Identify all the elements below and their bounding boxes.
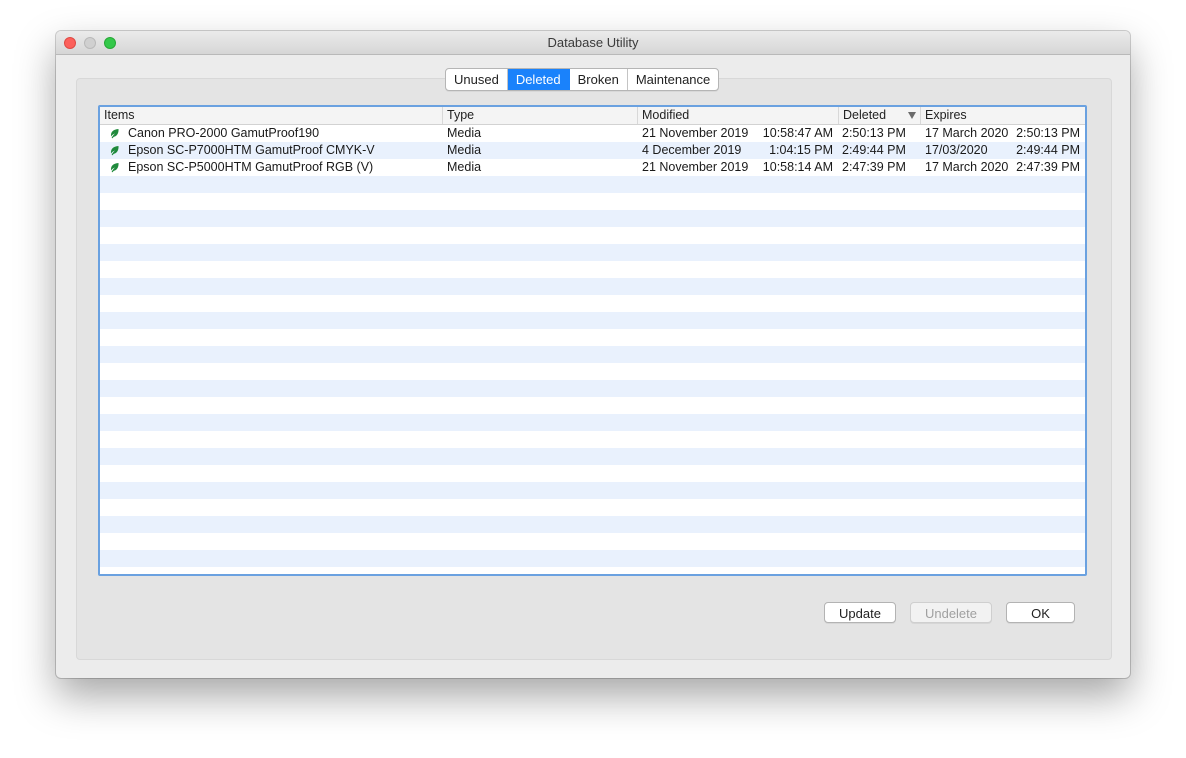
modified-date: 21 November 2019 <box>642 126 749 140</box>
table-body: Canon PRO-2000 GamutProof190 Media 21 No… <box>100 125 1085 574</box>
column-header-label: Expires <box>925 108 967 122</box>
column-header-label: Items <box>104 108 135 122</box>
tab-unused[interactable]: Unused <box>446 69 508 90</box>
column-header-label: Type <box>447 108 475 122</box>
column-header-expires[interactable]: Expires <box>920 107 1085 124</box>
deleted-time: 2:49:44 PM <box>842 143 906 157</box>
item-name: Epson SC-P7000HTM GamutProof CMYK-V <box>128 143 375 157</box>
expires-time: 2:47:39 PM <box>1016 160 1080 174</box>
table-row[interactable]: Epson SC-P5000HTM GamutProof RGB (V) Med… <box>100 159 1085 176</box>
table-row[interactable]: Canon PRO-2000 GamutProof190 Media 21 No… <box>100 125 1085 142</box>
table-header: Items Type Modified Deleted Expires <box>100 107 1085 125</box>
item-name: Epson SC-P5000HTM GamutProof RGB (V) <box>128 160 374 174</box>
sort-descending-icon <box>908 112 916 119</box>
item-type: Media <box>447 143 482 157</box>
item-name: Canon PRO-2000 GamutProof190 <box>128 126 320 140</box>
deleted-items-table[interactable]: Items Type Modified Deleted Expires Cano… <box>98 105 1087 576</box>
item-type: Media <box>447 126 482 140</box>
database-utility-window: Database Utility Unused Deleted Broken M… <box>56 31 1130 678</box>
undelete-button[interactable]: Undelete <box>910 602 992 623</box>
deleted-time: 2:50:13 PM <box>842 126 906 140</box>
expires-date: 17/03/2020 <box>925 143 988 157</box>
expires-time: 2:49:44 PM <box>1016 143 1080 157</box>
column-header-label: Deleted <box>843 108 887 122</box>
leaf-icon <box>110 163 119 173</box>
item-type: Media <box>447 160 482 174</box>
modified-time: 10:58:47 AM <box>762 126 833 140</box>
column-header-items[interactable]: Items <box>100 107 442 124</box>
update-button[interactable]: Update <box>824 602 896 623</box>
tab-maintenance[interactable]: Maintenance <box>628 69 718 90</box>
title-bar[interactable]: Database Utility <box>56 31 1130 55</box>
ok-button[interactable]: OK <box>1006 602 1075 623</box>
modified-date: 4 December 2019 <box>642 143 742 157</box>
column-header-deleted[interactable]: Deleted <box>838 107 920 124</box>
tab-broken[interactable]: Broken <box>570 69 628 90</box>
column-header-type[interactable]: Type <box>442 107 637 124</box>
expires-date: 17 March 2020 <box>925 126 1009 140</box>
expires-time: 2:50:13 PM <box>1016 126 1080 140</box>
leaf-icon <box>110 129 119 139</box>
modified-time: 10:58:14 AM <box>762 160 833 174</box>
column-header-label: Modified <box>642 108 690 122</box>
expires-date: 17 March 2020 <box>925 160 1009 174</box>
window-title: Database Utility <box>547 35 639 50</box>
column-header-modified[interactable]: Modified <box>637 107 838 124</box>
table-row[interactable]: Epson SC-P7000HTM GamutProof CMYK-V Medi… <box>100 142 1085 159</box>
tab-deleted[interactable]: Deleted <box>507 69 570 90</box>
modified-time: 1:04:15 PM <box>769 143 833 157</box>
leaf-icon <box>110 146 119 156</box>
deleted-time: 2:47:39 PM <box>842 160 906 174</box>
modified-date: 21 November 2019 <box>642 160 749 174</box>
tab-selector: Unused Deleted Broken Maintenance <box>445 68 720 91</box>
